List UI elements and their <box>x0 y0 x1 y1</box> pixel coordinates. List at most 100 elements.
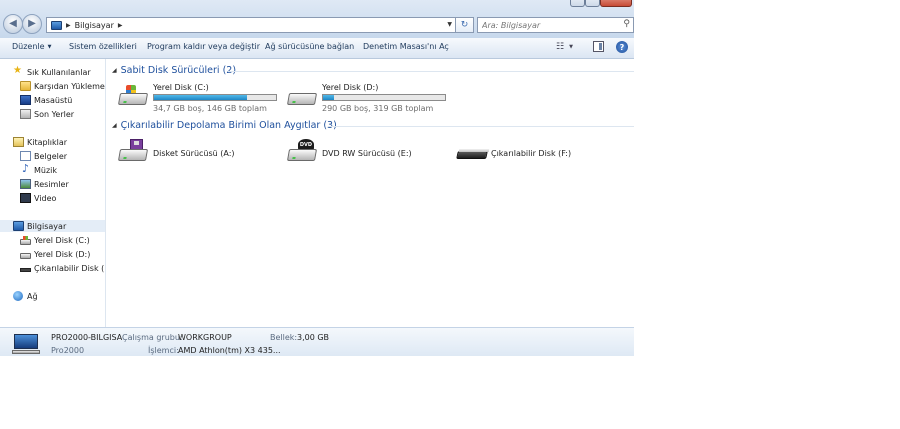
dvd-drive-icon: DVD <box>286 139 320 165</box>
maximize-button[interactable] <box>585 0 600 7</box>
nav-label: Video <box>34 193 57 203</box>
open-control-panel-button[interactable]: Denetim Masası'nı Aç <box>363 42 449 51</box>
drive-tile-a[interactable]: Disket Sürücüsü (A:) <box>117 139 267 169</box>
address-dropdown-icon[interactable]: ▼ <box>447 21 452 28</box>
drive-usage-fill <box>154 95 247 100</box>
nav-label: Sık Kullanılanlar <box>27 67 91 77</box>
drive-tile-f[interactable]: Çıkarılabilir Disk (F:) <box>455 139 615 169</box>
caption-buttons <box>570 0 632 7</box>
nav-recent-places[interactable]: Son Yerler <box>0 108 105 120</box>
forward-arrow-icon: ▶ <box>28 18 36 29</box>
minimize-button[interactable] <box>570 0 585 7</box>
nav-drive-f[interactable]: Çıkarılabilir Disk (F:) <box>0 262 105 274</box>
nav-drive-c[interactable]: Yerel Disk (C:) <box>0 234 105 246</box>
computer-icon <box>51 20 62 30</box>
music-icon <box>20 162 31 175</box>
nav-label: Bilgisayar <box>27 221 67 231</box>
nav-label: Ağ <box>27 291 38 301</box>
nav-label: Masaüstü <box>34 95 73 105</box>
group-header-hard-drives[interactable]: ◢ Sabit Disk Sürücüleri (2) <box>112 65 236 76</box>
nav-music[interactable]: Müzik <box>0 162 105 176</box>
computer-large-icon <box>12 334 40 354</box>
workgroup-label: Çalışma grubu: <box>122 333 183 342</box>
removable-drive-icon <box>455 139 489 165</box>
nav-libraries[interactable]: Kitaplıklar <box>0 136 105 148</box>
nav-videos[interactable]: Video <box>0 192 105 204</box>
nav-label: Yerel Disk (C:) <box>34 235 90 245</box>
network-icon <box>13 291 24 301</box>
desktop-icon <box>20 95 31 105</box>
drive-tile-e[interactable]: DVD DVD RW Sürücüsü (E:) <box>286 139 436 169</box>
downloads-folder-icon <box>20 81 31 91</box>
nav-computer[interactable]: Bilgisayar <box>0 220 105 232</box>
nav-documents[interactable]: Belgeler <box>0 150 105 162</box>
removable-drive-icon <box>20 268 31 272</box>
nav-desktop[interactable]: Masaüstü <box>0 94 105 106</box>
documents-icon <box>20 151 31 161</box>
organize-button[interactable]: Düzenle ▼ <box>12 42 51 51</box>
dropdown-arrow-icon: ▼ <box>47 44 52 50</box>
refresh-icon: ↻ <box>460 20 469 30</box>
nav-label: Müzik <box>34 165 58 175</box>
pictures-icon <box>20 179 31 189</box>
system-properties-button[interactable]: Sistem özellikleri <box>69 42 137 51</box>
help-icon: ? <box>619 42 625 52</box>
search-box[interactable]: ⚲ <box>477 17 634 33</box>
refresh-button[interactable]: ↻ <box>456 17 474 33</box>
floppy-drive-icon <box>117 139 151 165</box>
breadcrumb-computer[interactable]: Bilgisayar <box>75 21 114 30</box>
search-input[interactable] <box>478 18 616 33</box>
breadcrumb-chevron-icon[interactable]: ▶ <box>118 22 123 29</box>
back-arrow-icon: ◀ <box>9 18 17 29</box>
drive-usage-bar <box>322 94 446 101</box>
processor-label: İşlemci: <box>148 346 179 355</box>
drive-name: Yerel Disk (D:) <box>322 83 379 92</box>
nav-label: Kitaplıklar <box>27 137 68 147</box>
help-button[interactable]: ? <box>616 41 628 53</box>
nav-favorites[interactable]: Sık Kullanılanlar <box>0 65 105 78</box>
recent-places-icon <box>20 109 31 119</box>
drive-name: Yerel Disk (C:) <box>153 83 209 92</box>
address-bar[interactable]: ▶ Bilgisayar ▶ ▼ <box>46 17 456 33</box>
breadcrumb-separator-icon[interactable]: ▶ <box>66 22 71 29</box>
nav-label: Son Yerler <box>34 109 75 119</box>
computer-icon <box>13 221 24 231</box>
close-button[interactable] <box>600 0 632 7</box>
view-options-button[interactable]: ☷ ▼ <box>556 42 573 52</box>
uninstall-program-button[interactable]: Program kaldır veya değiştir <box>147 42 260 51</box>
group-divider <box>228 71 634 72</box>
organize-label: Düzenle <box>12 42 45 51</box>
explorer-window: ◀ ▶ ▶ Bilgisayar ▶ ▼ ↻ ⚲ Düzenle▼ Sistem… <box>0 0 634 356</box>
nav-label: Resimler <box>34 179 69 189</box>
nav-label: Karşıdan Yüklemeler <box>34 81 105 91</box>
search-icon[interactable]: ⚲ <box>623 19 630 29</box>
drive-tile-d[interactable]: Yerel Disk (D:) 290 GB boş, 319 GB topla… <box>286 83 456 115</box>
preview-pane-button[interactable] <box>593 41 604 52</box>
nav-pictures[interactable]: Resimler <box>0 178 105 190</box>
drive-tile-c[interactable]: Yerel Disk (C:) 34,7 GB boş, 146 GB topl… <box>117 83 287 115</box>
system-drive-icon <box>20 235 31 245</box>
nav-label: Belgeler <box>34 151 68 161</box>
back-button[interactable]: ◀ <box>3 14 23 34</box>
command-bar: Düzenle ▼ Sistem özellikleri Program kald… <box>0 38 634 59</box>
user-name: Pro2000 <box>51 346 85 355</box>
nav-label: Yerel Disk (D:) <box>34 249 91 259</box>
navigation-pane: Sık Kullanılanlar Karşıdan Yüklemeler Ma… <box>0 59 106 327</box>
nav-network[interactable]: Ağ <box>0 290 105 302</box>
view-icon: ☷ <box>556 42 565 52</box>
nav-downloads[interactable]: Karşıdan Yüklemeler <box>0 80 105 92</box>
forward-button[interactable]: ▶ <box>22 14 42 34</box>
group-title: Çıkarılabilir Depolama Birimi Olan Aygıt… <box>120 120 337 131</box>
memory-label: Bellek: <box>270 333 298 342</box>
processor-value: AMD Athlon(tm) X3 435... <box>178 346 281 355</box>
system-drive-icon <box>117 83 151 109</box>
workgroup-value: WORKGROUP <box>178 333 232 342</box>
title-bar: ◀ ▶ ▶ Bilgisayar ▶ ▼ ↻ ⚲ <box>0 0 634 38</box>
hard-drive-icon <box>286 83 320 109</box>
collapse-triangle-icon: ◢ <box>112 122 117 129</box>
drive-space-info: 290 GB boş, 319 GB toplam <box>322 104 434 113</box>
drive-usage-bar <box>153 94 277 101</box>
nav-drive-d[interactable]: Yerel Disk (D:) <box>0 248 105 260</box>
group-header-removable[interactable]: ◢ Çıkarılabilir Depolama Birimi Olan Ayg… <box>112 120 337 131</box>
map-network-drive-button[interactable]: Ağ sürücüsüne bağlan <box>265 42 354 51</box>
